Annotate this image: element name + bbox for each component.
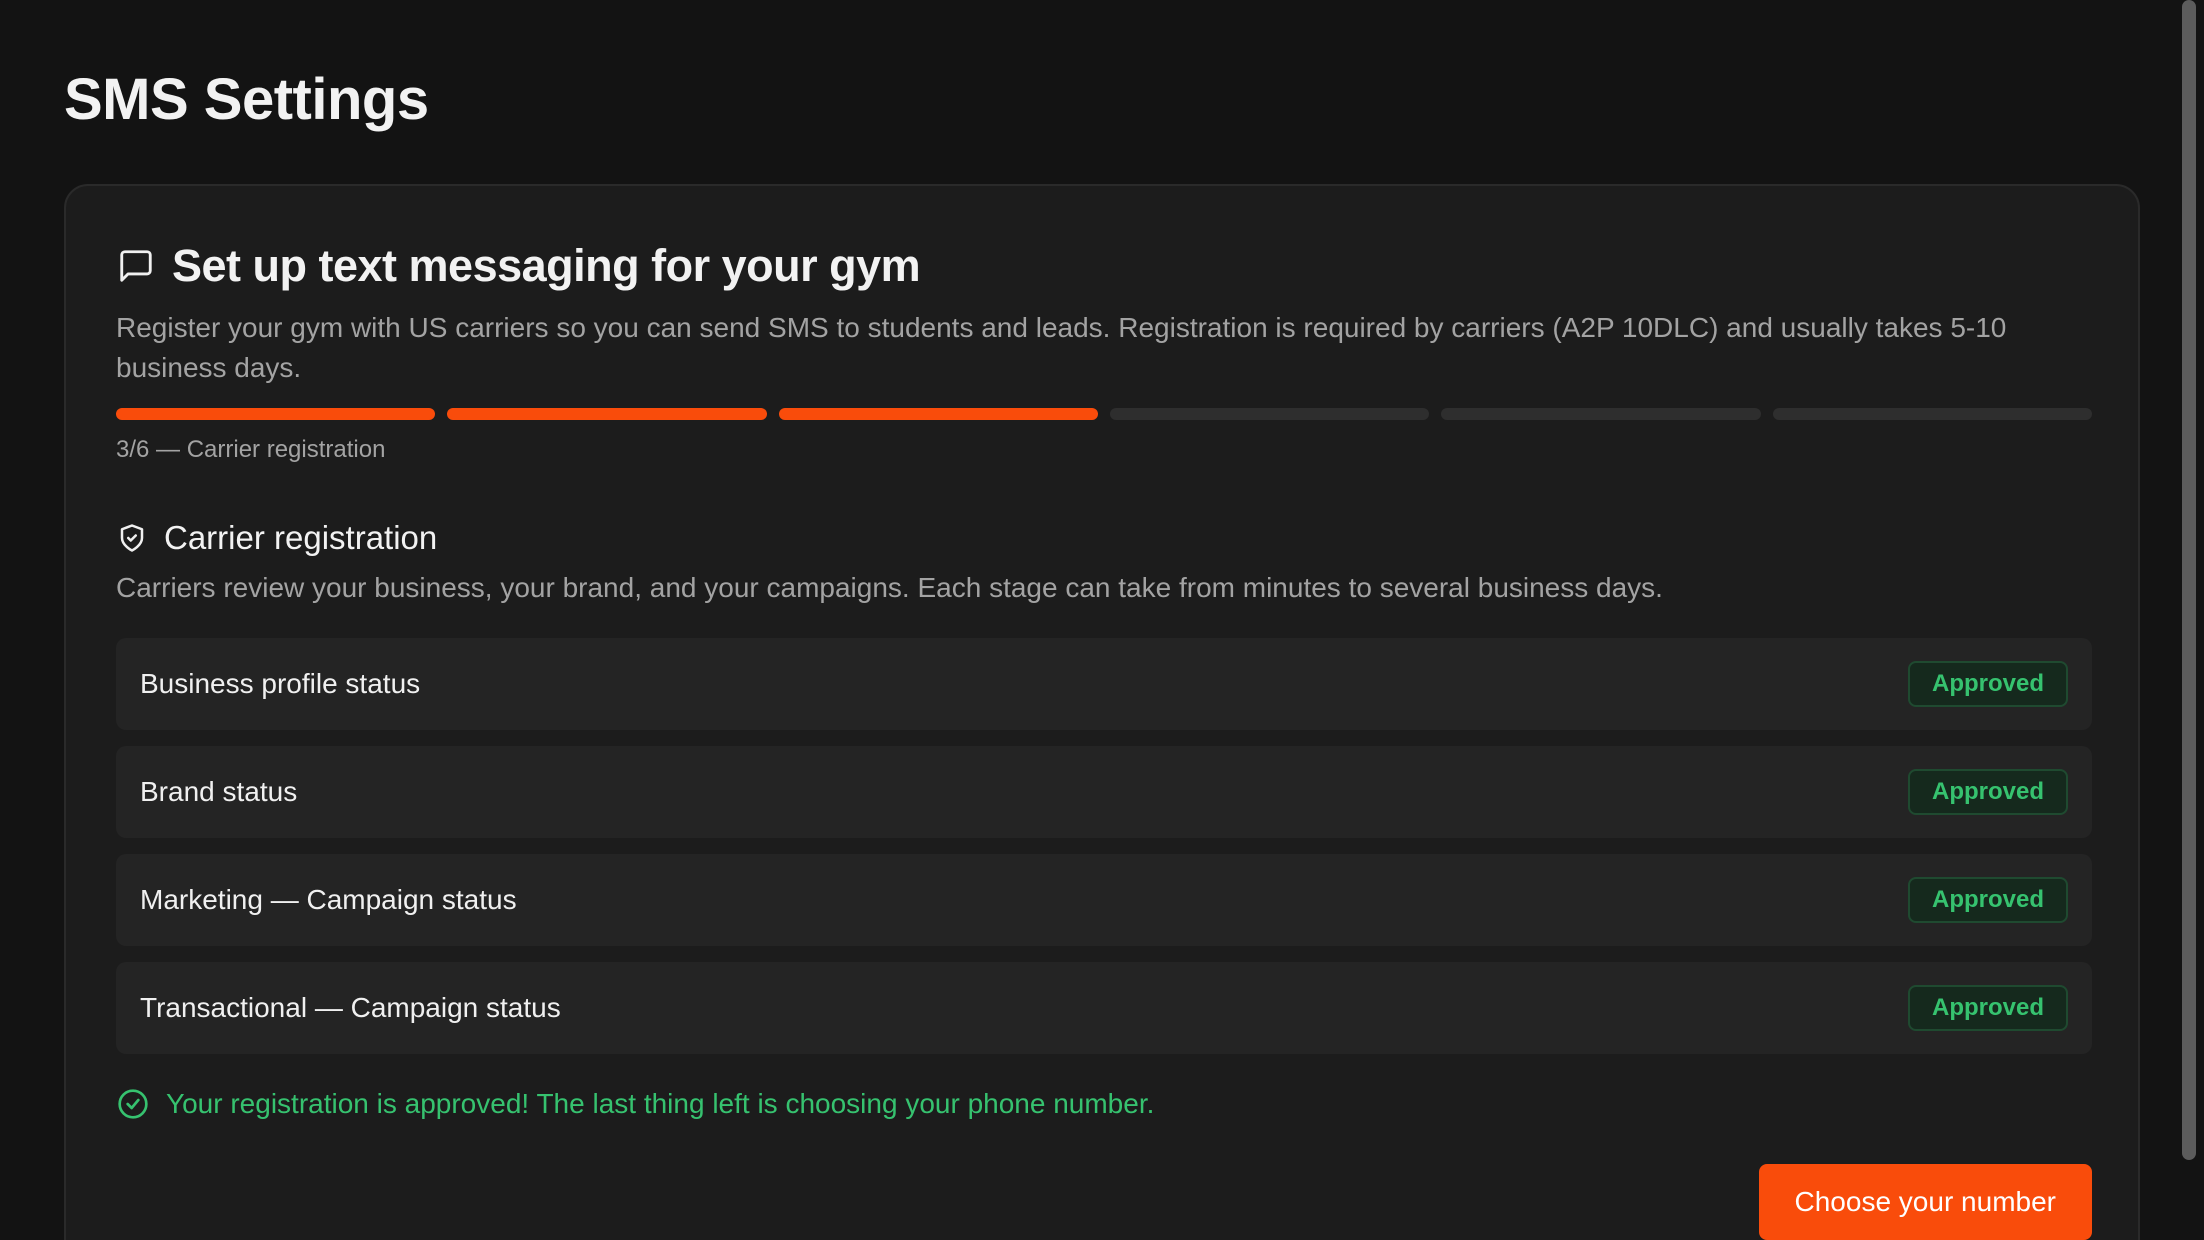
sms-settings-page: SMS Settings Set up text messaging for y… <box>0 0 2204 1240</box>
progress-segment-4 <box>1109 408 1430 420</box>
setup-card-header: Set up text messaging for your gym <box>116 236 2092 296</box>
card-actions: Choose your number <box>116 1164 2092 1240</box>
check-circle-icon <box>116 1087 150 1121</box>
progress-segment-5 <box>1441 408 1761 420</box>
progress-segment-1 <box>116 408 436 420</box>
progress-segment-3 <box>778 408 1098 420</box>
choose-number-button[interactable]: Choose your number <box>1758 1164 2092 1240</box>
status-badge: Approved <box>1907 661 2068 707</box>
shield-check-icon <box>116 522 148 554</box>
status-label: Brand status <box>140 776 298 807</box>
status-badge: Approved <box>1907 985 2068 1031</box>
status-row-business-profile: Business profile status Approved <box>116 638 2092 730</box>
setup-card-description: Register your gym with US carriers so yo… <box>116 312 2007 383</box>
status-label: Business profile status <box>140 668 421 699</box>
progress-segment-6 <box>1772 408 2092 420</box>
setup-progress-label: 3/6 — Carrier registration <box>116 436 386 463</box>
page-scrollbar[interactable] <box>2174 0 2204 1240</box>
registration-status-list: Business profile status Approved Brand s… <box>116 638 2092 1054</box>
carrier-registration-description: Carriers review your business, your bran… <box>116 572 1663 603</box>
setup-card-content: Set up text messaging for your gym Regis… <box>116 236 2092 1240</box>
setup-card: Set up text messaging for your gym Regis… <box>64 184 2140 1240</box>
status-label: Transactional — Campaign status <box>140 992 561 1023</box>
status-badge: Approved <box>1907 877 2068 923</box>
status-row-transactional-campaign: Transactional — Campaign status Approved <box>116 962 2092 1054</box>
status-label: Marketing — Campaign status <box>140 884 517 915</box>
success-text: Your registration is approved! The last … <box>166 1088 1155 1119</box>
status-badge: Approved <box>1907 769 2068 815</box>
setup-card-title: Set up text messaging for your gym <box>172 240 921 291</box>
message-square-icon <box>116 246 156 286</box>
carrier-registration-header: Carrier registration <box>116 518 2092 558</box>
status-row-brand: Brand status Approved <box>116 746 2092 838</box>
registration-success-message: Your registration is approved! The last … <box>116 1084 2092 1124</box>
page-title: SMS Settings <box>64 67 429 132</box>
setup-progress-bar <box>116 408 2092 420</box>
carrier-registration-title: Carrier registration <box>164 519 438 556</box>
progress-segment-2 <box>447 408 767 420</box>
status-row-marketing-campaign: Marketing — Campaign status Approved <box>116 854 2092 946</box>
scrollbar-thumb[interactable] <box>2182 0 2196 1160</box>
